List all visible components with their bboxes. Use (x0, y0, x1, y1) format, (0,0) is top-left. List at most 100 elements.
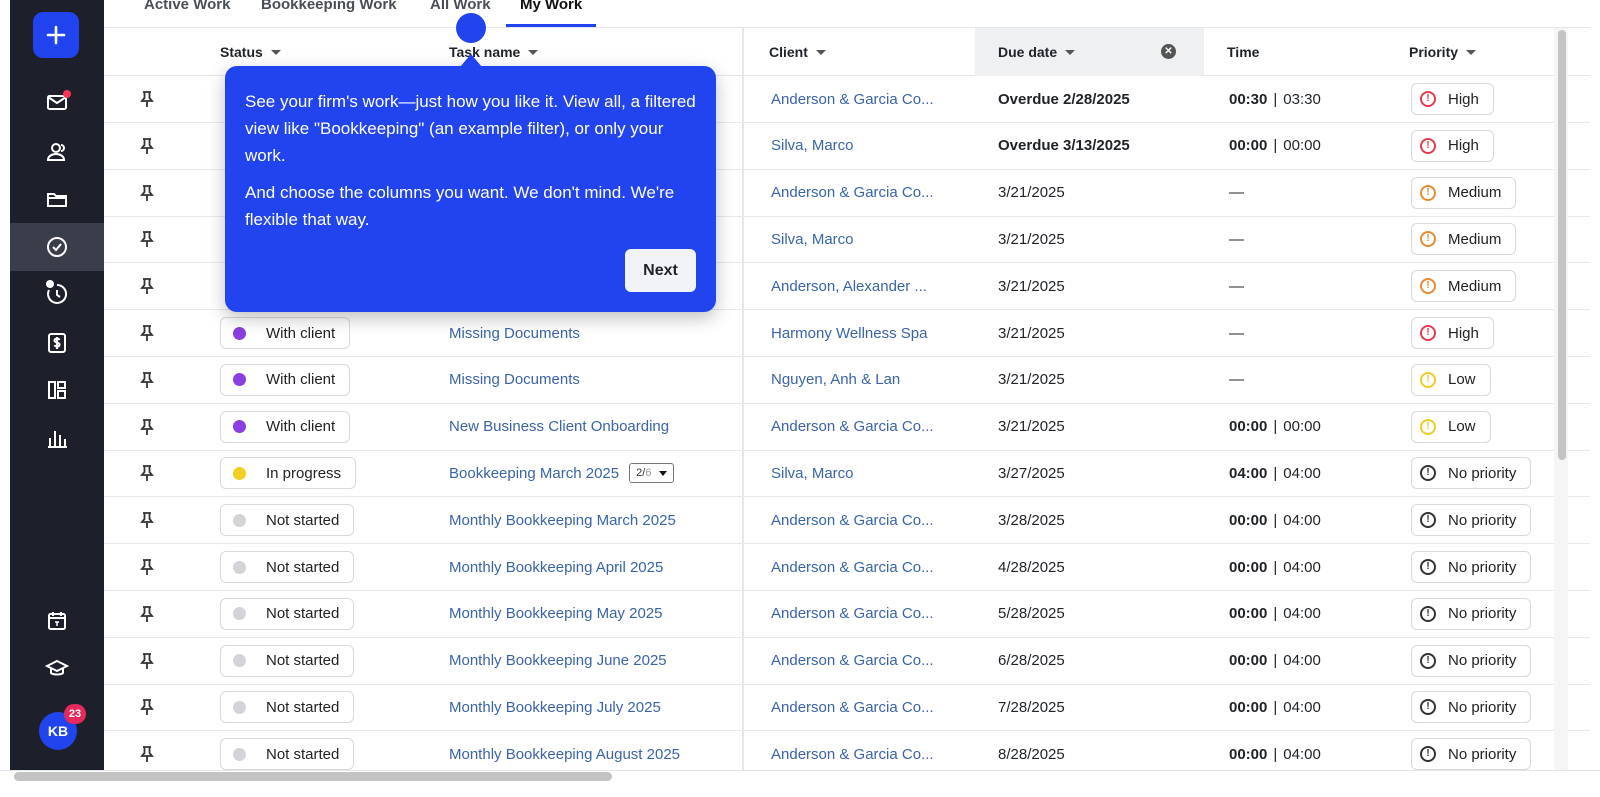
priority-badge[interactable]: ! Low (1411, 410, 1491, 443)
pin-toggle[interactable] (138, 357, 156, 403)
table-row[interactable]: In progress Bookkeeping March 2025 2/6 Silv… (104, 450, 1590, 498)
table-row[interactable]: With client Missing Documents Nguyen, Anh … (104, 357, 1590, 404)
pin-toggle[interactable] (138, 544, 156, 590)
pin-toggle[interactable] (138, 497, 156, 543)
horizontal-scrollbar-thumb[interactable] (14, 772, 612, 781)
table-row[interactable]: Not started Monthly Bookkeeping March 202… (104, 497, 1590, 545)
table-row[interactable]: With client New Business Client Onboardin… (104, 404, 1590, 451)
nav-reports[interactable] (10, 414, 104, 462)
priority-badge[interactable]: ! No priority (1411, 551, 1532, 583)
time-cell[interactable]: 00:00 | 00:00 (1229, 404, 1321, 450)
clear-sort-icon[interactable]: ✕ (1161, 44, 1176, 59)
priority-badge[interactable]: ! Medium (1411, 176, 1517, 209)
nav-time[interactable] (10, 270, 104, 318)
status-badge[interactable]: Not started (220, 738, 355, 771)
pin-toggle[interactable] (138, 591, 156, 637)
client-link[interactable]: Anderson & Garcia Co... (771, 746, 934, 763)
task-name-link[interactable]: Monthly Bookkeeping June 2025 (449, 652, 667, 669)
priority-badge[interactable]: ! Medium (1411, 223, 1517, 256)
client-link[interactable]: Silva, Marco (771, 465, 854, 482)
pin-toggle[interactable] (138, 450, 156, 496)
task-name-link[interactable]: Monthly Bookkeeping March 2025 (449, 512, 676, 529)
pin-toggle[interactable] (138, 216, 156, 262)
nav-work[interactable] (10, 223, 104, 271)
pin-toggle[interactable] (138, 404, 156, 450)
status-badge[interactable]: Not started (220, 691, 355, 724)
client-link[interactable]: Anderson & Garcia Co... (771, 699, 934, 716)
tab-bookkeeping-work[interactable]: Bookkeeping Work (261, 0, 397, 26)
client-link[interactable]: Nguyen, Anh & Lan (771, 371, 900, 388)
time-cell[interactable]: 00:00 | 04:00 (1229, 591, 1321, 637)
column-header-due-date[interactable]: Due date ✕ (975, 28, 1204, 76)
status-badge[interactable]: Not started (220, 551, 355, 583)
priority-badge[interactable]: ! High (1411, 129, 1494, 162)
priority-badge[interactable]: ! Low (1411, 363, 1491, 396)
status-badge[interactable]: Not started (220, 644, 355, 677)
priority-badge[interactable]: ! No priority (1411, 457, 1532, 490)
pin-toggle[interactable] (138, 638, 156, 684)
priority-badge[interactable]: ! High (1411, 317, 1494, 349)
table-row[interactable]: Not started Monthly Bookkeeping July 2025… (104, 684, 1590, 732)
tour-beacon[interactable] (456, 13, 486, 43)
client-link[interactable]: Anderson & Garcia Co... (771, 652, 934, 669)
time-cell[interactable]: 00:00 | 04:00 (1229, 497, 1321, 543)
task-name-link[interactable]: New Business Client Onboarding (449, 418, 669, 435)
pin-toggle[interactable] (138, 310, 156, 356)
priority-badge[interactable]: ! Medium (1411, 270, 1517, 303)
time-cell[interactable]: 00:00 | 00:00 (1229, 123, 1321, 169)
table-row[interactable]: With client Missing Documents Harmony Well… (104, 310, 1590, 357)
client-link[interactable]: Anderson & Garcia Co... (771, 418, 934, 435)
client-link[interactable]: Anderson & Garcia Co... (771, 512, 934, 529)
priority-badge[interactable]: ! High (1411, 83, 1494, 115)
task-name-link[interactable]: Monthly Bookkeeping August 2025 (449, 746, 680, 763)
priority-badge[interactable]: ! No priority (1411, 738, 1532, 771)
time-cell[interactable]: 00:00 | 04:00 (1229, 638, 1321, 684)
nav-dashboard[interactable] (10, 366, 104, 414)
client-link[interactable]: Anderson & Garcia Co... (771, 184, 934, 201)
client-link[interactable]: Anderson & Garcia Co... (771, 91, 934, 108)
nav-learning[interactable] (10, 645, 104, 693)
client-link[interactable]: Anderson, Alexander ... (771, 278, 927, 295)
add-new-button[interactable] (33, 12, 79, 58)
task-name-link[interactable]: Monthly Bookkeeping April 2025 (449, 559, 663, 576)
status-badge[interactable]: Not started (220, 597, 355, 630)
task-name-link[interactable]: Missing Documents (449, 325, 580, 342)
table-row[interactable]: Not started Monthly Bookkeeping April 202… (104, 544, 1590, 591)
client-link[interactable]: Harmony Wellness Spa (771, 325, 927, 342)
nav-clients[interactable] (10, 128, 104, 176)
time-cell[interactable]: 04:00 | 04:00 (1229, 450, 1321, 496)
nav-inbox[interactable] (10, 78, 104, 126)
pin-toggle[interactable] (138, 684, 156, 730)
table-row[interactable]: Not started Monthly Bookkeeping June 2025… (104, 638, 1590, 685)
pin-toggle[interactable] (138, 263, 156, 309)
column-header-priority[interactable]: Priority (1409, 28, 1477, 76)
next-button[interactable]: Next (625, 249, 696, 292)
time-cell[interactable]: 00:00 | 04:00 (1229, 684, 1321, 730)
client-link[interactable]: Silva, Marco (771, 137, 854, 154)
time-cell[interactable]: 00:00 | 04:00 (1229, 544, 1321, 590)
task-name-link[interactable]: Monthly Bookkeeping May 2025 (449, 605, 662, 622)
nav-billing[interactable] (10, 319, 104, 367)
status-badge[interactable]: With client (220, 363, 351, 396)
status-badge[interactable]: In progress (220, 457, 357, 490)
client-link[interactable]: Silva, Marco (771, 231, 854, 248)
priority-badge[interactable]: ! No priority (1411, 691, 1532, 724)
nav-documents[interactable] (10, 175, 104, 223)
task-name-link[interactable]: Bookkeeping March 2025 (449, 465, 619, 482)
priority-badge[interactable]: ! No priority (1411, 644, 1532, 677)
priority-badge[interactable]: ! No priority (1411, 504, 1532, 537)
tab-my-work[interactable]: My Work (506, 0, 597, 27)
pin-toggle[interactable] (138, 170, 156, 216)
task-name-link[interactable]: Monthly Bookkeeping July 2025 (449, 699, 661, 716)
status-badge[interactable]: Not started (220, 504, 355, 537)
client-link[interactable]: Anderson & Garcia Co... (771, 605, 934, 622)
nav-calendar[interactable] (10, 597, 104, 645)
status-badge[interactable]: With client (220, 317, 351, 349)
pin-toggle[interactable] (138, 76, 156, 122)
subtask-progress[interactable]: 2/6 (629, 463, 675, 484)
client-link[interactable]: Anderson & Garcia Co... (771, 559, 934, 576)
vertical-scrollbar-thumb[interactable] (1558, 30, 1566, 460)
table-row[interactable]: Not started Monthly Bookkeeping May 2025 A… (104, 591, 1590, 638)
task-name-link[interactable]: Missing Documents (449, 371, 580, 388)
column-header-client[interactable]: Client (769, 28, 826, 76)
